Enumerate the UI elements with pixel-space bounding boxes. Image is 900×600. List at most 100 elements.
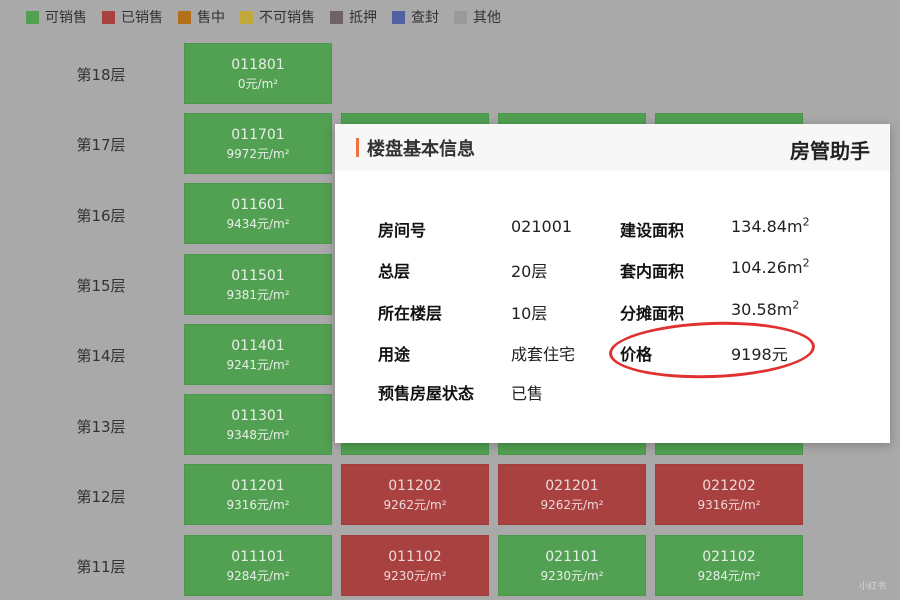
unit-number: 021101	[545, 548, 599, 565]
floor-label-18: 第18层	[76, 66, 126, 84]
unit-price: 9230元/m²	[383, 568, 447, 583]
unit-price: 9972元/m²	[226, 146, 290, 161]
unit-price: 9381元/m²	[226, 287, 290, 302]
unit-cell[interactable]: 011801 0元/m²	[184, 43, 332, 104]
unit-cell[interactable]: 021202 9316元/m²	[655, 464, 803, 525]
unit-number: 011801	[231, 56, 285, 73]
unit-price: 0元/m²	[237, 76, 279, 91]
legend-item-available: 可销售	[26, 7, 87, 27]
field-value-inner-area: 104.26m2	[731, 258, 810, 277]
unit-number: 011701	[231, 126, 285, 143]
field-value-room-no: 021001	[511, 217, 573, 236]
watermark: 小红书	[858, 582, 886, 592]
unit-number: 011401	[231, 337, 285, 354]
legend-label: 查封	[411, 10, 439, 26]
field-label-shared-area: 分摊面积	[620, 304, 685, 323]
unit-cell[interactable]: 021201 9262元/m²	[498, 464, 646, 525]
field-label-price: 价格	[620, 345, 653, 364]
unit-cell[interactable]: 011701 9972元/m²	[184, 113, 332, 174]
floor-label-12: 第12层	[76, 488, 126, 506]
legend-item-sold: 已销售	[102, 7, 163, 27]
field-label-build-area: 建设面积	[620, 221, 685, 240]
unit-number: 011102	[388, 548, 442, 565]
property-info-modal: 楼盘基本信息 房管助手 房间号 021001 总层 20层 所在楼层 10层 用…	[335, 124, 890, 443]
unit-price: 9434元/m²	[226, 216, 290, 231]
unit-number: 021202	[702, 477, 756, 494]
modal-header: 楼盘基本信息 房管助手	[335, 124, 890, 171]
unit-number: 011201	[231, 477, 285, 494]
unit-price: 9284元/m²	[697, 568, 761, 583]
build-area-value: 134.84m	[731, 217, 803, 236]
field-value-usage: 成套住宅	[511, 345, 576, 364]
floor-label-13: 第13层	[76, 418, 126, 436]
field-value-floor: 10层	[511, 304, 548, 323]
floor-label-14: 第14层	[76, 347, 126, 365]
legend-item-sealed: 查封	[392, 7, 439, 27]
unit-price: 9284元/m²	[226, 568, 290, 583]
legend: 可销售 已销售 售中 不可销售 抵押 查封 其他	[26, 7, 516, 27]
unit-superscript: 2	[802, 256, 810, 270]
title-accent-bar	[356, 138, 359, 157]
legend-label: 已销售	[121, 10, 163, 26]
legend-label: 不可销售	[259, 10, 315, 26]
unit-cell[interactable]: 011102 9230元/m²	[341, 535, 489, 596]
field-label-inner-area: 套内面积	[620, 262, 685, 281]
modal-title: 楼盘基本信息	[367, 138, 475, 160]
unit-cell[interactable]: 011301 9348元/m²	[184, 394, 332, 455]
unit-price: 9262元/m²	[383, 497, 447, 512]
floor-label-16: 第16层	[76, 207, 126, 225]
unit-number: 011202	[388, 477, 442, 494]
modal-brand: 房管助手	[790, 139, 870, 163]
floor-label-11: 第11层	[76, 558, 126, 576]
field-value-shared-area: 30.58m2	[731, 300, 799, 319]
unit-cell[interactable]: 021101 9230元/m²	[498, 535, 646, 596]
legend-item-other: 其他	[454, 7, 501, 27]
field-label-room-no: 房间号	[378, 221, 427, 240]
swatch-available	[26, 10, 39, 24]
field-value-status: 已售	[511, 384, 544, 403]
swatch-other	[454, 10, 467, 24]
unit-cell[interactable]: 011401 9241元/m²	[184, 324, 332, 385]
field-label-floor: 所在楼层	[378, 304, 443, 323]
unit-price: 9316元/m²	[226, 497, 290, 512]
unit-cell[interactable]: 011601 9434元/m²	[184, 183, 332, 244]
field-value-price: 9198元	[731, 345, 788, 364]
unit-number: 011601	[231, 196, 285, 213]
floor-label-15: 第15层	[76, 277, 126, 295]
swatch-sold	[102, 10, 115, 24]
swatch-mortgaged	[330, 10, 343, 24]
unit-price: 9348元/m²	[226, 427, 290, 442]
unit-price: 9241元/m²	[226, 357, 290, 372]
unit-number: 011101	[231, 548, 285, 565]
legend-item-selling: 售中	[178, 7, 225, 27]
field-value-total-floors: 20层	[511, 262, 548, 281]
swatch-not-for-sale	[240, 10, 253, 24]
swatch-selling	[178, 10, 191, 24]
inner-area-value: 104.26m	[731, 258, 803, 277]
unit-superscript: 2	[802, 215, 810, 229]
unit-number: 021201	[545, 477, 599, 494]
unit-number: 021102	[702, 548, 756, 565]
legend-label: 抵押	[349, 10, 377, 26]
unit-price: 9316元/m²	[697, 497, 761, 512]
unit-cell[interactable]: 021102 9284元/m²	[655, 535, 803, 596]
legend-item-mortgaged: 抵押	[330, 7, 377, 27]
field-label-status: 预售房屋状态	[378, 384, 475, 403]
unit-cell[interactable]: 011501 9381元/m²	[184, 254, 332, 315]
field-label-total-floors: 总层	[378, 262, 411, 281]
legend-label: 可销售	[45, 10, 87, 26]
swatch-sealed	[392, 10, 405, 24]
field-label-usage: 用途	[378, 345, 411, 364]
shared-area-value: 30.58m	[731, 300, 793, 319]
unit-cell[interactable]: 011201 9316元/m²	[184, 464, 332, 525]
unit-cell[interactable]: 011101 9284元/m²	[184, 535, 332, 596]
legend-item-not-for-sale: 不可销售	[240, 7, 315, 27]
unit-price: 9262元/m²	[540, 497, 604, 512]
unit-number: 011501	[231, 267, 285, 284]
field-value-build-area: 134.84m2	[731, 217, 810, 236]
unit-price: 9230元/m²	[540, 568, 604, 583]
floor-label-17: 第17层	[76, 136, 126, 154]
legend-label: 售中	[197, 10, 225, 26]
legend-label: 其他	[473, 10, 501, 26]
unit-cell[interactable]: 011202 9262元/m²	[341, 464, 489, 525]
